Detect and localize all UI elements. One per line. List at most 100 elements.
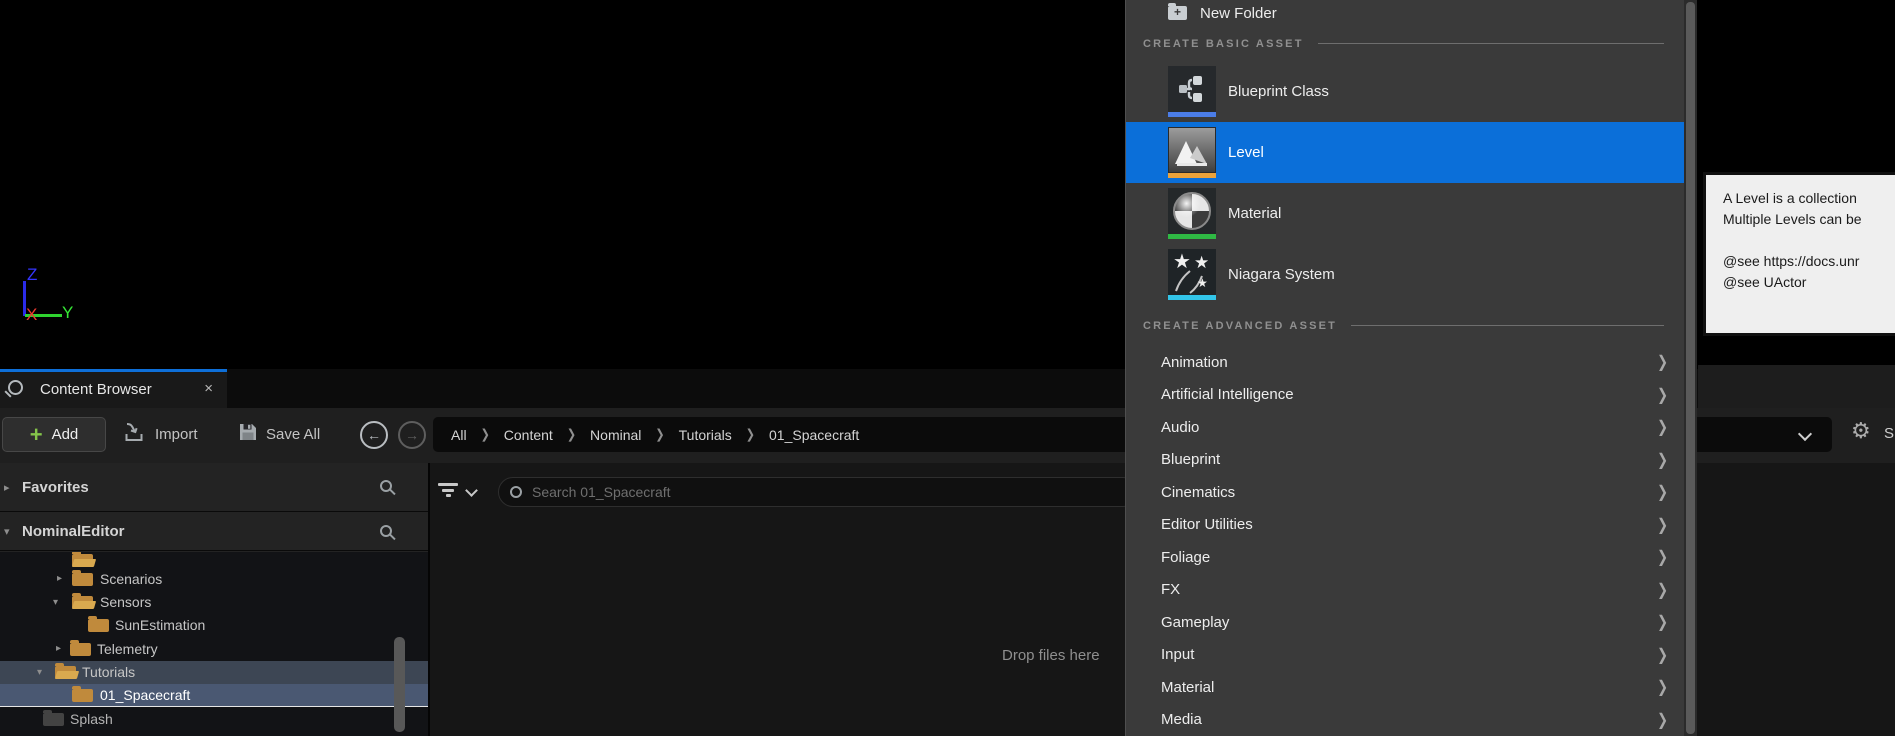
menu-scrollbar: [1684, 0, 1697, 736]
menu-item-artificial-intelligence[interactable]: Artificial Intelligence ❯: [1126, 379, 1684, 412]
menu-item-material-advanced[interactable]: Material ❯: [1126, 671, 1684, 704]
tree-row-clipped[interactable]: [0, 552, 428, 567]
menu-item-label: FX: [1161, 581, 1657, 598]
chevron-right-icon: ❯: [1657, 580, 1668, 600]
settings-button-label[interactable]: S: [1884, 425, 1894, 442]
folder-icon: [72, 573, 93, 586]
breadcrumb-separator-icon: ❯: [481, 427, 490, 443]
menu-item-label: Niagara System: [1228, 266, 1335, 283]
tree-row-sunestimation[interactable]: SunEstimation: [0, 614, 428, 637]
menu-item-label: Blueprint: [1161, 451, 1657, 468]
add-button[interactable]: + Add: [2, 417, 106, 452]
folder-icon: [72, 689, 93, 702]
forward-button[interactable]: →: [398, 421, 426, 449]
chevron-right-icon: ❯: [1657, 710, 1668, 730]
tree-row-scenarios[interactable]: ▸ Scenarios: [0, 567, 428, 590]
import-icon: [124, 422, 147, 448]
niagara-system-icon: ★ ★ ★: [1168, 249, 1216, 300]
tooltip-line: @see UActor: [1723, 272, 1895, 293]
menu-item-label: Blueprint Class: [1228, 83, 1329, 100]
expanded-arrow-icon[interactable]: ▾: [37, 661, 42, 684]
menu-item-label: Audio: [1161, 419, 1657, 436]
tree-row-label: Telemetry: [97, 637, 158, 660]
folder-gray-icon: [43, 713, 64, 726]
favorites-header[interactable]: ▸ Favorites: [0, 463, 428, 512]
tree-row-splash[interactable]: Splash: [0, 707, 428, 730]
close-icon[interactable]: ×: [204, 369, 213, 408]
menu-item-label: Animation: [1161, 354, 1657, 371]
breadcrumb-tutorials[interactable]: Tutorials: [679, 427, 732, 443]
import-button[interactable]: Import: [124, 417, 198, 452]
tree-scrollbar-thumb[interactable]: [394, 637, 405, 732]
folder-icon: [88, 619, 109, 632]
breadcrumb-separator-icon: ❯: [567, 427, 576, 443]
plus-icon: +: [30, 425, 43, 445]
menu-item-editor-utilities[interactable]: Editor Utilities ❯: [1126, 509, 1684, 542]
tooltip-line: A Level is a collection: [1723, 188, 1895, 209]
menu-item-input[interactable]: Input ❯: [1126, 639, 1684, 672]
breadcrumb-all[interactable]: All: [451, 427, 467, 443]
breadcrumb-nominal[interactable]: Nominal: [590, 427, 641, 443]
menu-item-niagara-system[interactable]: ★ ★ ★ Niagara System: [1126, 244, 1684, 305]
advanced-asset-list: Animation ❯ Artificial Intelligence ❯ Au…: [1126, 346, 1684, 736]
tree-row-label: Sensors: [100, 590, 151, 613]
import-button-label: Import: [155, 426, 198, 443]
menu-item-blueprint-class[interactable]: Blueprint Class: [1126, 61, 1684, 122]
tree-row-tutorials[interactable]: ▾ Tutorials: [0, 661, 428, 684]
menu-scrollbar-thumb[interactable]: [1686, 2, 1695, 734]
save-all-button[interactable]: Save All: [238, 417, 320, 452]
expanded-arrow-icon[interactable]: ▾: [4, 512, 10, 550]
breadcrumb-01-spacecraft[interactable]: 01_Spacecraft: [769, 427, 859, 443]
menu-item-label: Material: [1161, 679, 1657, 696]
favorites-label: Favorites: [22, 463, 89, 511]
section-header-label: CREATE BASIC ASSET: [1143, 38, 1304, 50]
menu-item-gameplay[interactable]: Gameplay ❯: [1126, 606, 1684, 639]
expanded-arrow-icon[interactable]: ▾: [53, 590, 58, 613]
breadcrumb-content[interactable]: Content: [504, 427, 553, 443]
plus-icon: +: [1168, 5, 1187, 19]
menu-item-label: Artificial Intelligence: [1161, 386, 1657, 403]
chevron-right-icon: ❯: [1657, 645, 1668, 665]
menu-item-cinematics[interactable]: Cinematics ❯: [1126, 476, 1684, 509]
tree-row-telemetry[interactable]: ▸ Telemetry: [0, 637, 428, 660]
chevron-right-icon: ❯: [1657, 515, 1668, 535]
filter-chevron-icon[interactable]: [465, 484, 478, 497]
menu-item-animation[interactable]: Animation ❯: [1126, 346, 1684, 379]
menu-item-foliage[interactable]: Foliage ❯: [1126, 541, 1684, 574]
menu-item-material[interactable]: Material: [1126, 183, 1684, 244]
path-history-chevron-icon[interactable]: [1798, 427, 1812, 441]
search-icon[interactable]: [380, 480, 392, 492]
tab-content-browser[interactable]: Content Browser ×: [0, 369, 227, 408]
menu-item-fx[interactable]: FX ❯: [1126, 574, 1684, 607]
back-button[interactable]: ←: [360, 421, 388, 449]
menu-item-audio[interactable]: Audio ❯: [1126, 411, 1684, 444]
menu-item-media[interactable]: Media ❯: [1126, 704, 1684, 736]
root-header[interactable]: ▾ NominalEditor: [0, 512, 428, 551]
menu-item-new-folder[interactable]: + New Folder: [1126, 0, 1684, 26]
breadcrumb-separator-icon: ❯: [746, 427, 755, 443]
chevron-right-icon: ❯: [1657, 385, 1668, 405]
chevron-right-icon: ❯: [1657, 417, 1668, 437]
settings-gear-icon[interactable]: ⚙: [1851, 419, 1871, 444]
blueprint-class-icon: [1168, 66, 1216, 117]
tree-row-01-spacecraft[interactable]: 01_Spacecraft: [0, 684, 428, 707]
menu-item-level[interactable]: Level: [1126, 122, 1684, 183]
menu-item-label: Level: [1228, 144, 1264, 161]
tree-row-sensors[interactable]: ▾ Sensors: [0, 590, 428, 613]
section-divider: [1351, 325, 1664, 326]
folder-open-icon: [72, 596, 93, 609]
search-input[interactable]: [532, 484, 1092, 500]
chevron-right-icon: ❯: [1657, 677, 1668, 697]
menu-item-blueprint[interactable]: Blueprint ❯: [1126, 444, 1684, 477]
folder-icon: [72, 554, 93, 567]
chevron-right-icon: ❯: [1657, 612, 1668, 632]
section-divider: [1318, 43, 1664, 44]
collapsed-arrow-icon[interactable]: ▸: [57, 567, 62, 590]
search-icon[interactable]: [380, 525, 392, 537]
filter-icon[interactable]: [438, 483, 458, 500]
collapsed-arrow-icon[interactable]: ▸: [56, 637, 61, 660]
collapsed-arrow-icon[interactable]: ▸: [4, 463, 10, 511]
tree-row-label: 01_Spacecraft: [100, 684, 190, 706]
breadcrumb-separator-icon: ❯: [655, 427, 664, 443]
folder-icon: [70, 643, 91, 656]
